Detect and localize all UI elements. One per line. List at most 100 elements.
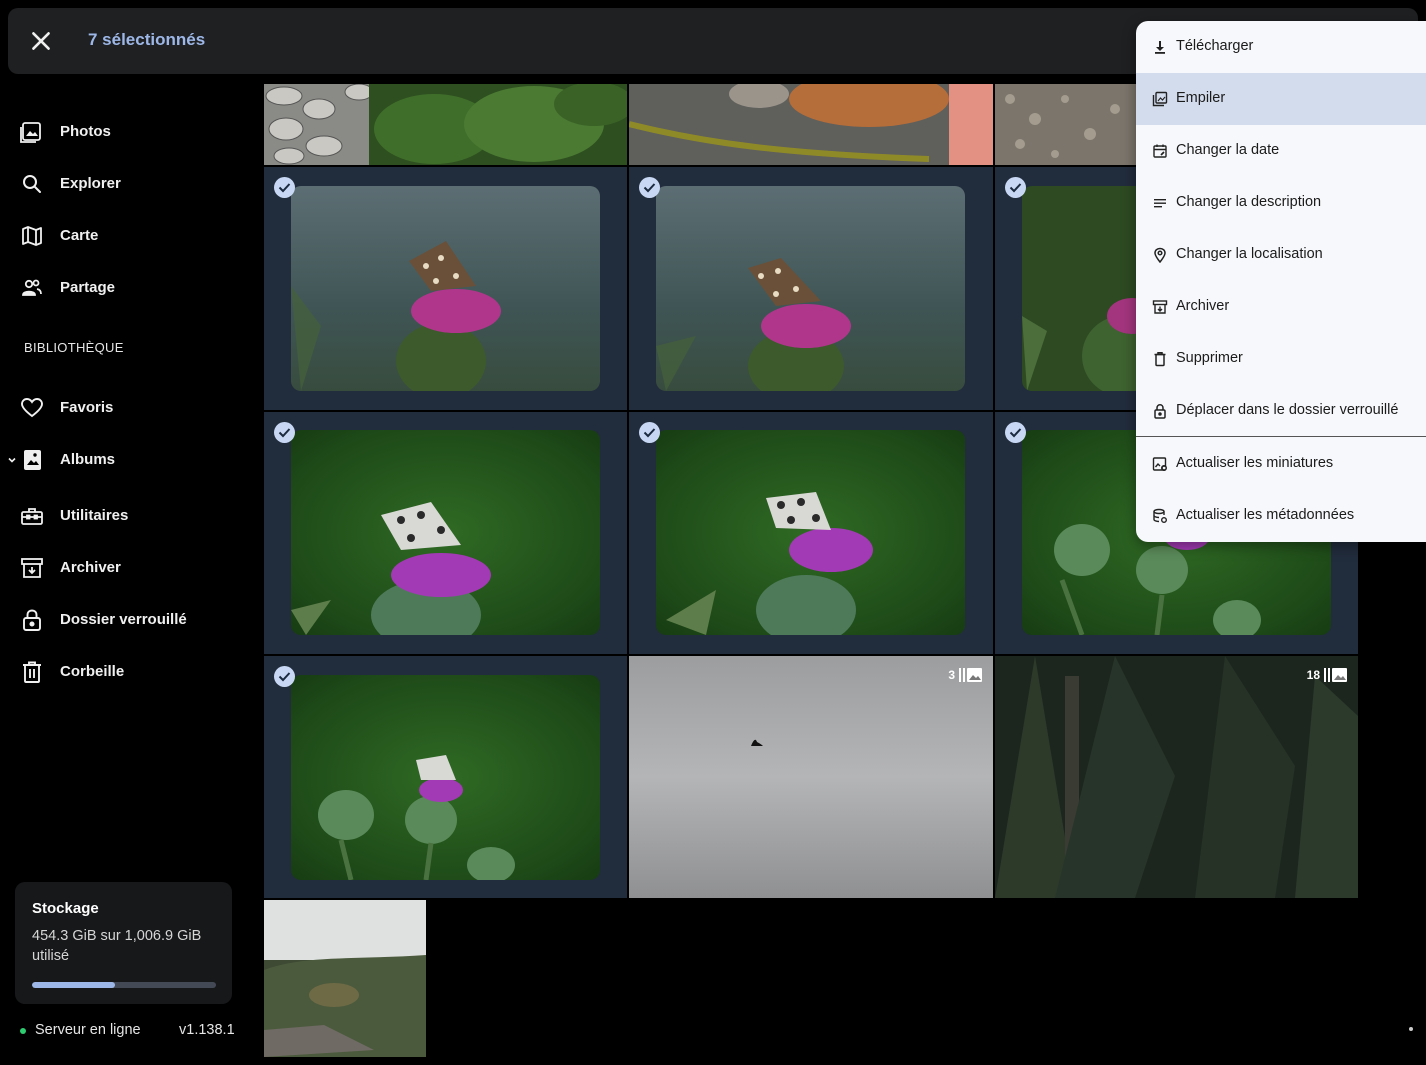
photos-icon [20,120,44,144]
stack-badge: 18 [1307,668,1348,682]
sidebar-item-label: Albums [60,451,116,468]
photo-tile-selected[interactable] [995,167,1136,410]
selected-check-icon[interactable] [274,177,295,198]
photo-stack-tile[interactable]: 3 [629,656,993,898]
map-icon [20,224,44,248]
menu-item-supprimer[interactable]: Supprimer [1136,333,1426,385]
photo-stack-tile[interactable]: 18 [995,656,1358,898]
menu-item-label: Actualiser les métadonnées [1176,507,1355,523]
selected-check-icon[interactable] [274,666,295,687]
text-lines-icon [1152,195,1168,211]
butterfly-photo [291,430,600,635]
stack-icon [959,668,983,682]
menu-item-telecharger[interactable]: Télécharger [1136,21,1426,73]
butterfly-photo [291,186,600,391]
sidebar-item-label: Archiver [60,559,121,576]
sidebar-item-label: Partage [60,279,116,296]
menu-item-label: Changer la description [1176,194,1322,210]
menu-item-actualiser-metadonnees[interactable]: Actualiser les métadonnées [1136,490,1426,542]
location-pin-icon [1152,247,1168,263]
stack-badge: 3 [948,668,983,682]
storage-usage: 454.3 GiB sur 1,006.9 GiB utilisé [32,928,202,964]
menu-item-label: Déplacer dans le dossier verrouillé [1176,402,1399,418]
menu-item-label: Changer la date [1176,142,1280,158]
albums-icon [20,448,44,472]
chevron-down-icon[interactable] [6,454,18,466]
sidebar-item-dossier-verrouille[interactable]: Dossier verrouillé [0,600,250,640]
photo-tile-selected[interactable] [629,412,993,654]
sidebar-item-label: Photos [60,123,111,140]
selected-check-icon[interactable] [274,422,295,443]
photo-tile-selected[interactable] [629,167,993,410]
actions-menu: Télécharger Empiler Changer la date Chan… [1136,21,1426,542]
selected-count: 7 sélectionnés [88,30,206,49]
server-status-label: Serveur en ligne [35,1022,141,1038]
selected-check-icon[interactable] [639,422,660,443]
online-status-dot [20,1028,26,1034]
photo-tile[interactable] [995,84,1136,165]
sidebar-item-label: Explorer [60,175,121,192]
sidebar-item-albums[interactable]: Albums [0,440,250,480]
menu-item-changer-localisation[interactable]: Changer la localisation [1136,229,1426,281]
sidebar-item-explorer[interactable]: Explorer [0,164,250,204]
photo-tile[interactable] [264,900,426,1057]
sidebar-item-photos[interactable]: Photos [0,112,250,152]
server-version: v1.138.1 [179,1022,235,1038]
butterfly-photo [656,186,965,391]
butterfly-photo [1022,186,1136,391]
heart-icon [20,396,44,420]
sidebar-item-utilitaires[interactable]: Utilitaires [0,496,250,536]
sidebar-item-label: Carte [60,227,99,244]
menu-item-label: Archiver [1176,298,1230,314]
photo-tile[interactable] [629,84,993,165]
lock-icon [1152,403,1168,419]
photo-tile-selected[interactable] [264,167,627,410]
menu-item-empiler[interactable]: Empiler [1136,73,1426,125]
menu-item-deplacer-dossier-verrouille[interactable]: Déplacer dans le dossier verrouillé [1136,385,1426,437]
sidebar-item-carte[interactable]: Carte [0,216,250,256]
storage-progress-fill [32,982,115,988]
selected-check-icon[interactable] [1005,422,1026,443]
close-icon[interactable] [28,28,54,54]
archive-icon [20,556,44,580]
sidebar-item-archiver[interactable]: Archiver [0,548,250,588]
sidebar-item-favoris[interactable]: Favoris [0,388,250,428]
trash-icon [1152,351,1168,367]
search-icon [20,172,44,196]
storage-title: Stockage [32,900,99,917]
sidebar-item-label: Utilitaires [60,507,129,524]
sidebar-item-partage[interactable]: Partage [0,268,250,308]
menu-item-label: Changer la localisation [1176,246,1323,262]
sharing-icon [20,276,44,300]
butterfly-photo [656,430,965,635]
photo-tile-selected[interactable] [264,656,627,898]
storage-card[interactable]: Stockage 454.3 GiB sur 1,006.9 GiB utili… [15,882,232,1004]
stack-icon [1152,91,1168,107]
download-icon [1152,39,1168,55]
selected-check-icon[interactable] [639,177,660,198]
menu-item-label: Télécharger [1176,38,1254,54]
menu-item-actualiser-miniatures[interactable]: Actualiser les miniatures [1136,438,1426,490]
trash-icon [20,660,44,684]
menu-divider [1136,436,1426,437]
stack-count: 3 [948,668,955,682]
photo-tile-selected[interactable] [264,412,627,654]
sidebar-item-corbeille[interactable]: Corbeille [0,652,250,692]
selected-check-icon[interactable] [1005,177,1026,198]
sidebar-item-label: Corbeille [60,663,125,680]
archive-icon [1152,299,1168,315]
library-section-title: BIBLIOTHÈQUE [24,340,124,355]
menu-item-archiver[interactable]: Archiver [1136,281,1426,333]
butterfly-photo [291,675,600,880]
lock-icon [20,608,44,632]
sidebar-item-label: Favoris [60,399,114,416]
refresh-thumbnails-icon [1152,456,1168,472]
sidebar-item-label: Dossier verrouillé [60,611,187,628]
menu-item-changer-date[interactable]: Changer la date [1136,125,1426,177]
refresh-metadata-icon [1152,508,1168,524]
photo-tile[interactable] [264,84,627,165]
menu-item-changer-description[interactable]: Changer la description [1136,177,1426,229]
toolbox-icon [20,504,44,528]
menu-item-label: Supprimer [1176,350,1243,366]
status-indicator-dot [1409,1027,1413,1031]
